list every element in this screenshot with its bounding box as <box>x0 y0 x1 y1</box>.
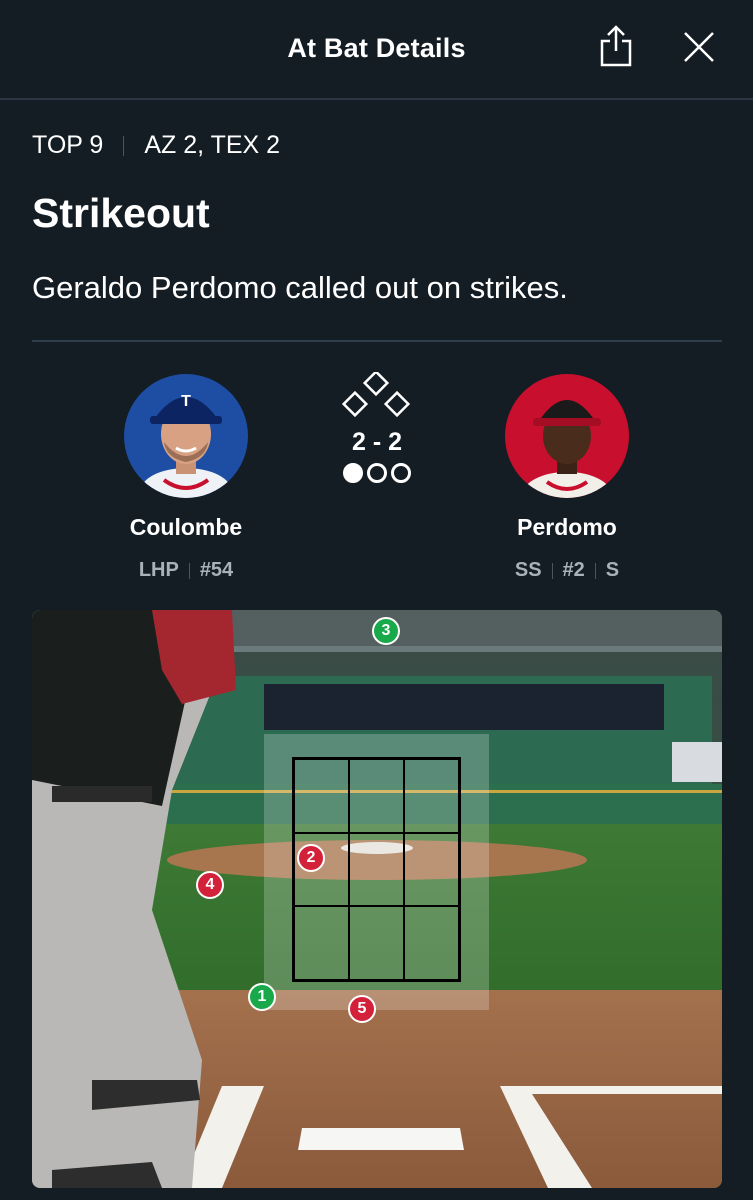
zone-cell <box>349 832 404 907</box>
close-button[interactable] <box>682 30 716 64</box>
score-label: AZ 2, TEX 2 <box>144 131 281 159</box>
separator <box>551 562 553 579</box>
game-situation: TOP 9 AZ 2, TEX 2 <box>32 131 280 160</box>
batter-info: SS #2 S <box>477 559 657 582</box>
pitcher-position: LHP <box>138 559 179 581</box>
count-display: 2 - 2 <box>326 372 428 483</box>
pitch-marker[interactable]: 1 <box>248 983 276 1011</box>
batter-card[interactable]: Perdomo SS #2 S <box>477 374 657 582</box>
play-result-title: Strikeout <box>32 190 210 236</box>
out-dot <box>391 463 411 483</box>
zone-cell <box>404 906 459 980</box>
pitcher-card[interactable]: T Coulombe LHP #54 <box>96 374 276 582</box>
play-description: Geraldo Perdomo called out on strikes. <box>32 270 568 305</box>
pitch-marker[interactable]: 2 <box>297 844 325 872</box>
balls-strikes-count: 2 - 2 <box>351 428 403 456</box>
separator <box>188 562 190 579</box>
batter-avatar <box>505 374 629 498</box>
out-dot <box>367 463 387 483</box>
pitch-marker[interactable]: 3 <box>372 617 400 645</box>
inning-label: TOP 9 <box>32 131 104 159</box>
batter-bats: S <box>605 559 620 581</box>
outs-indicator <box>326 463 428 483</box>
zone-cell <box>349 906 404 980</box>
pitch-location-view: 1 2 3 4 5 <box>32 610 722 1188</box>
share-icon <box>600 25 632 67</box>
top-bar: At Bat Details <box>0 0 753 100</box>
svg-text:T: T <box>181 393 191 410</box>
close-icon <box>684 32 714 62</box>
zone-cell <box>349 759 404 833</box>
pitch-marker[interactable]: 4 <box>196 871 224 899</box>
batter-name: Perdomo <box>517 514 617 540</box>
separator <box>594 562 596 579</box>
zone-cell <box>404 832 459 907</box>
out-dot <box>343 463 363 483</box>
separator <box>123 135 125 156</box>
pitcher-info: LHP #54 <box>96 559 276 582</box>
batter-number: #2 <box>562 559 585 581</box>
bases-diamond-icon <box>342 372 411 418</box>
zone-cell <box>294 759 349 833</box>
pitcher-number: #54 <box>199 559 234 581</box>
pitcher-avatar: T <box>124 374 248 498</box>
divider <box>32 340 722 342</box>
pitcher-name: Coulombe <box>129 514 243 540</box>
zone-cell <box>294 906 349 980</box>
batter-position: SS <box>514 559 542 581</box>
zone-cell <box>404 759 459 833</box>
page-title: At Bat Details <box>287 33 466 63</box>
pitch-marker[interactable]: 5 <box>348 995 376 1023</box>
share-button[interactable] <box>598 24 634 68</box>
